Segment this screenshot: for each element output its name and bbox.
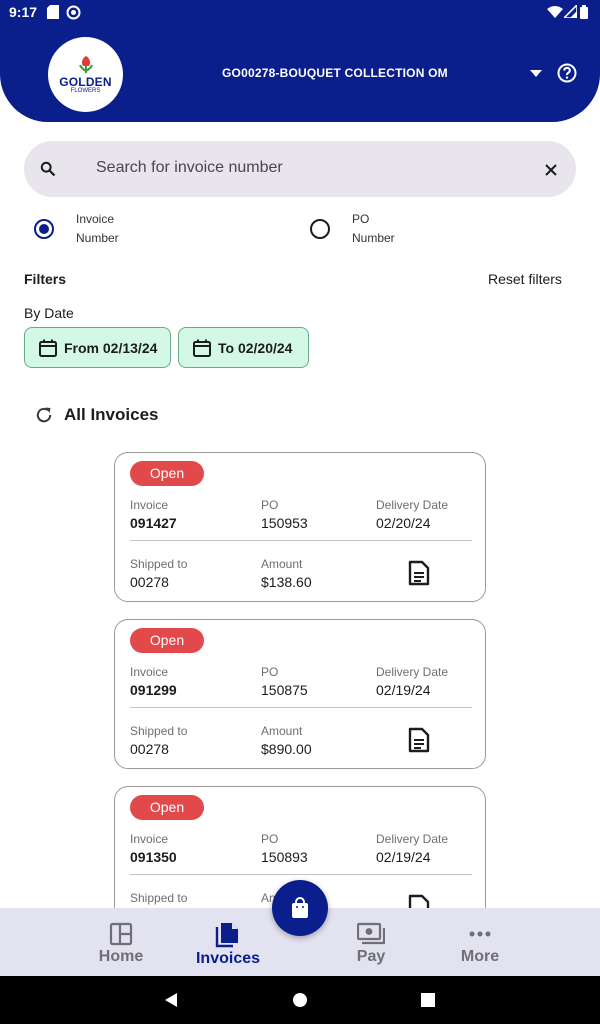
amount-label: Amount <box>261 557 303 571</box>
invoices-icon <box>215 923 238 948</box>
to-date-label: To 02/20/24 <box>218 339 293 356</box>
more-horizontal-icon <box>469 931 491 937</box>
document-icon[interactable] <box>408 727 430 753</box>
status-bar: 9:17 <box>0 0 600 26</box>
invoice-number: 091299 <box>130 682 177 698</box>
card-divider <box>130 707 472 708</box>
shipped-to-label: Shipped to <box>130 557 188 571</box>
wifi-icon <box>547 6 563 18</box>
tulip-icon <box>78 56 93 73</box>
shop-fab-button[interactable] <box>272 880 328 936</box>
shopping-bag-icon <box>292 897 308 918</box>
delivery-date: 02/20/24 <box>376 515 431 531</box>
pay-icon <box>357 922 385 945</box>
recents-icon[interactable] <box>421 993 435 1007</box>
radio-po-label: PO Number <box>352 210 395 248</box>
signal-icon <box>564 5 577 18</box>
clear-search-icon[interactable] <box>543 162 559 178</box>
sd-card-icon <box>47 5 59 19</box>
sync-status-icon <box>66 5 81 20</box>
invoice-number: 091350 <box>130 849 177 865</box>
nav-more-label: More <box>460 948 500 965</box>
radio-po-label-line1: PO <box>352 212 370 226</box>
po-number: 150953 <box>261 515 308 531</box>
logo-text: GOLDEN <box>59 75 112 89</box>
app-header: 9:17 GOLDEN FLOWERS GO00278-BOUQUET COLL… <box>0 0 600 122</box>
radio-po-number[interactable] <box>310 219 330 239</box>
shipped-to-value: 00278 <box>130 574 169 590</box>
amount-value: $890.00 <box>261 741 312 757</box>
invoices-screen: 9:17 GOLDEN FLOWERS GO00278-BOUQUET COLL… <box>0 0 600 1024</box>
nav-pay-label: Pay <box>356 948 386 965</box>
nav-more[interactable]: More <box>454 908 506 976</box>
search-input[interactable] <box>96 159 526 177</box>
filters-title: Filters <box>24 271 67 287</box>
dropdown-arrow-icon[interactable] <box>529 69 543 78</box>
po-number: 150893 <box>261 849 308 865</box>
calendar-icon <box>39 339 57 357</box>
radio-po-label-line2: Number <box>352 231 395 245</box>
invoice-number: 091427 <box>130 515 177 531</box>
delivery-date-label: Delivery Date <box>376 665 449 679</box>
search-bar[interactable] <box>24 141 576 197</box>
card-divider <box>130 540 472 541</box>
delivery-date-label: Delivery Date <box>376 498 449 512</box>
invoice-label: Invoice <box>130 665 169 679</box>
to-date-chip[interactable]: To 02/20/24 <box>178 327 309 368</box>
logo-subtext: FLOWERS <box>70 88 101 94</box>
system-navigation-bar <box>0 976 600 1024</box>
reset-filters-button[interactable]: Reset filters <box>488 271 562 287</box>
search-icon <box>40 161 56 177</box>
amount-value: $138.60 <box>261 574 312 590</box>
invoice-card[interactable]: Open Invoice 091427 PO 150953 Delivery D… <box>114 452 486 602</box>
section-title: All Invoices <box>64 405 159 424</box>
status-badge: Open <box>130 461 204 486</box>
company-logo: GOLDEN FLOWERS <box>48 37 123 112</box>
po-label: PO <box>261 832 279 846</box>
po-label: PO <box>261 498 279 512</box>
radio-invoice-label-line2: Number <box>76 231 119 245</box>
delivery-date: 02/19/24 <box>376 682 431 698</box>
shipped-to-label: Shipped to <box>130 724 188 738</box>
po-number: 150875 <box>261 682 308 698</box>
shipped-to-label: Shipped to <box>130 891 188 905</box>
status-time: 9:17 <box>9 4 38 20</box>
battery-icon <box>580 5 588 19</box>
delivery-date-label: Delivery Date <box>376 832 449 846</box>
amount-label: Amount <box>261 724 303 738</box>
nav-invoices-label: Invoices <box>195 950 261 967</box>
by-date-label: By Date <box>24 305 74 321</box>
shipped-to-value: 00278 <box>130 741 169 757</box>
nav-home-label: Home <box>98 948 144 965</box>
nav-pay[interactable]: Pay <box>346 908 396 976</box>
document-icon[interactable] <box>408 560 430 586</box>
radio-invoice-label: Invoice Number <box>76 210 119 248</box>
radio-invoice-label-line1: Invoice <box>76 212 115 226</box>
refresh-icon[interactable] <box>34 405 54 425</box>
radio-invoice-number[interactable] <box>34 219 54 239</box>
account-selector[interactable]: GO00278-BOUQUET COLLECTION OM <box>222 66 448 80</box>
home-layout-icon <box>109 922 133 946</box>
invoice-card[interactable]: Open Invoice 091299 PO 150875 Delivery D… <box>114 619 486 769</box>
po-label: PO <box>261 665 279 679</box>
nav-home[interactable]: Home <box>91 908 151 976</box>
from-date-chip[interactable]: From 02/13/24 <box>24 327 171 368</box>
invoice-label: Invoice <box>130 832 169 846</box>
status-badge: Open <box>130 795 204 820</box>
card-divider <box>130 874 472 875</box>
nav-invoices[interactable]: Invoices <box>188 908 268 976</box>
invoice-label: Invoice <box>130 498 169 512</box>
delivery-date: 02/19/24 <box>376 849 431 865</box>
back-icon[interactable] <box>163 992 179 1008</box>
home-circle-icon[interactable] <box>292 992 308 1008</box>
from-date-label: From 02/13/24 <box>64 339 158 356</box>
help-icon[interactable] <box>557 63 577 83</box>
calendar-icon <box>193 339 211 357</box>
status-badge: Open <box>130 628 204 653</box>
